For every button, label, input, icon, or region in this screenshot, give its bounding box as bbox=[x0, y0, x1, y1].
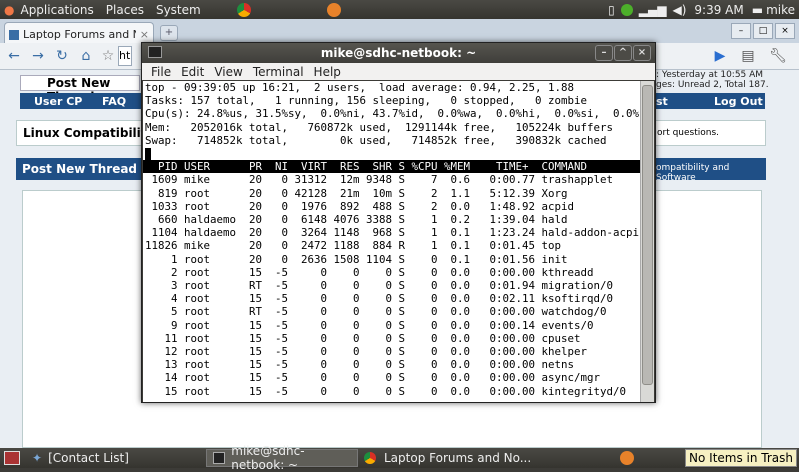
nav-st-link[interactable]: st bbox=[656, 95, 668, 108]
process-row: 1609 mike 20 0 31312 12m 9348 S 7 0.6 0:… bbox=[145, 173, 614, 187]
top-summary-line: Tasks: 157 total, 1 running, 156 sleepin… bbox=[145, 94, 588, 108]
process-row: 11 root 15 -5 0 0 0 S 0 0.0 0:00.00 cpus… bbox=[145, 331, 581, 345]
status-green-icon[interactable] bbox=[620, 3, 633, 16]
firefox-tray-icon[interactable] bbox=[620, 451, 634, 465]
task-terminal[interactable]: mike@sdhc-netbook: ~ bbox=[206, 444, 358, 472]
linux-compat-title[interactable]: Linux Compatibility bbox=[23, 126, 154, 140]
process-row: 660 haldaemo 20 0 6148 4076 3388 S 1 0.2… bbox=[145, 213, 568, 227]
terminal-window: mike@sdhc-netbook: ~ – ^ × File Edit Vie… bbox=[141, 42, 656, 403]
text-cursor bbox=[145, 148, 151, 161]
menu-places[interactable]: Places bbox=[100, 3, 150, 17]
messages-text[interactable]: ges: Unread 2, Total 187. bbox=[656, 80, 769, 90]
menu-file[interactable]: File bbox=[146, 65, 176, 79]
favicon-icon bbox=[9, 29, 19, 40]
minimize-icon[interactable]: – bbox=[731, 23, 751, 39]
tab-laptop-forums[interactable]: Laptop Forums and N... × bbox=[4, 22, 154, 43]
breadcrumb-text[interactable]: ompatibility and Software bbox=[656, 163, 766, 183]
process-row: 3 root RT -5 0 0 0 S 0 0.0 0:01.94 migra… bbox=[145, 279, 614, 293]
ubuntu-logo-icon: ● bbox=[4, 2, 15, 17]
terminal-maximize-icon[interactable]: ^ bbox=[614, 45, 632, 61]
clock[interactable]: 9:39 AM bbox=[694, 3, 743, 17]
home-icon[interactable]: ⌂ bbox=[76, 46, 96, 66]
process-row: 2 root 15 -5 0 0 0 S 0 0.0 0:00.00 kthre… bbox=[145, 265, 594, 279]
page-menu-icon[interactable]: ▤ bbox=[738, 46, 758, 66]
faq-link[interactable]: FAQ bbox=[102, 95, 126, 108]
top-summary-line: Mem: 2052016k total, 760872k used, 12911… bbox=[145, 120, 614, 134]
last-visit-text: : Yesterday at 10:55 AM bbox=[656, 70, 764, 80]
terminal-title: mike@sdhc-netbook: ~ bbox=[320, 46, 477, 60]
process-table-header: PID USER PR NI VIRT RES SHR S %CPU %MEM … bbox=[143, 160, 640, 174]
bookmark-star-icon[interactable]: ☆ bbox=[98, 46, 118, 66]
show-desktop-icon[interactable] bbox=[4, 451, 20, 465]
battery-icon[interactable]: ▯ bbox=[608, 3, 615, 17]
terminal-app-icon bbox=[148, 46, 162, 58]
cursor-line bbox=[143, 147, 640, 161]
process-row: 11826 mike 20 0 2472 1188 884 R 1 0.1 0:… bbox=[145, 239, 562, 253]
menu-applications[interactable]: Applications bbox=[14, 3, 99, 17]
post-new-thread-top[interactable]: Post New Thread bbox=[20, 75, 140, 104]
top-panel: ● Applications Places System ▯ ▂▄▆ ◀) 9:… bbox=[0, 0, 799, 19]
process-row: 4 root 15 -5 0 0 0 S 0 0.0 0:02.11 ksoft… bbox=[145, 292, 614, 306]
log-out-link[interactable]: Log Out bbox=[714, 95, 763, 108]
menu-terminal[interactable]: Terminal bbox=[248, 65, 309, 79]
task-contact-list[interactable]: ✦ [Contact List] bbox=[26, 449, 206, 467]
trash-tooltip: No Items in Trash bbox=[685, 449, 797, 467]
menu-edit[interactable]: Edit bbox=[176, 65, 209, 79]
process-row: 1033 root 20 0 1976 892 488 S 2 0.0 1:48… bbox=[145, 199, 575, 213]
go-icon[interactable]: ▶ bbox=[710, 46, 730, 66]
user-name[interactable]: mike bbox=[766, 3, 795, 17]
process-row: 1 root 20 0 2636 1508 1104 S 0 0.1 0:01.… bbox=[145, 252, 568, 266]
chrome-launcher-icon[interactable] bbox=[236, 2, 251, 17]
terminal-task-icon bbox=[213, 452, 226, 464]
top-summary-line: top - 09:39:05 up 16:21, 2 users, load a… bbox=[145, 81, 575, 94]
process-row: 13 root 15 -5 0 0 0 S 0 0.0 0:00.00 netn… bbox=[145, 358, 575, 372]
back-icon[interactable]: ← bbox=[4, 46, 24, 66]
terminal-scrollbar[interactable] bbox=[640, 81, 654, 402]
new-tab-button[interactable]: + bbox=[160, 25, 178, 41]
top-summary-line: Cpu(s): 24.8%us, 31.5%sy, 0.0%ni, 43.7%i… bbox=[145, 107, 640, 121]
post-new-thread-heading: Post New Thread bbox=[22, 162, 138, 176]
terminal-menubar: File Edit View Terminal Help bbox=[142, 63, 655, 80]
process-row: 5 root RT -5 0 0 0 S 0 0.0 0:00.00 watch… bbox=[145, 305, 607, 319]
terminal-minimize-icon[interactable]: – bbox=[595, 45, 613, 61]
process-row: 14 root 15 -5 0 0 0 S 0 0.0 0:00.00 asyn… bbox=[145, 371, 601, 385]
pidgin-icon: ✦ bbox=[32, 451, 43, 465]
wrench-icon[interactable]: 🔧︎ bbox=[768, 46, 788, 66]
task-browser[interactable]: Laptop Forums and No... bbox=[358, 449, 618, 467]
terminal-close-icon[interactable]: × bbox=[633, 45, 651, 61]
user-cp-link[interactable]: User CP bbox=[34, 95, 82, 108]
url-input[interactable]: ht bbox=[118, 46, 132, 66]
maximize-icon[interactable]: □ bbox=[753, 23, 773, 39]
volume-icon[interactable]: ◀) bbox=[672, 3, 686, 17]
chrome-task-icon bbox=[364, 452, 376, 464]
process-row: 15 root 15 -5 0 0 0 S 0 0.0 0:00.00 kint… bbox=[145, 384, 627, 398]
process-row: 1104 haldaemo 20 0 3264 1148 968 S 1 0.1… bbox=[145, 226, 640, 240]
process-row: 819 root 20 0 42128 21m 10m S 2 1.1 5:12… bbox=[145, 186, 568, 200]
scrollbar-thumb[interactable] bbox=[642, 85, 653, 385]
process-row: 9 root 15 -5 0 0 0 S 0 0.0 0:00.14 event… bbox=[145, 318, 594, 332]
close-icon[interactable]: × bbox=[775, 23, 795, 39]
terminal-titlebar[interactable]: mike@sdhc-netbook: ~ – ^ × bbox=[142, 43, 655, 63]
terminal-output[interactable]: top - 09:39:05 up 16:21, 2 users, load a… bbox=[143, 81, 640, 402]
process-row: 12 root 15 -5 0 0 0 S 0 0.0 0:00.00 khel… bbox=[145, 345, 588, 359]
bottom-panel: ✦ [Contact List] mike@sdhc-netbook: ~ La… bbox=[0, 444, 799, 472]
menu-help[interactable]: Help bbox=[309, 65, 346, 79]
top-summary-line: Swap: 714852k total, 0k used, 714852k fr… bbox=[145, 133, 607, 147]
network-icon[interactable]: ▂▄▆ bbox=[639, 3, 667, 17]
firefox-launcher-icon[interactable] bbox=[326, 2, 341, 17]
tab-title: Laptop Forums and N... bbox=[23, 28, 136, 41]
reload-icon[interactable]: ↻ bbox=[52, 46, 72, 66]
menu-view[interactable]: View bbox=[209, 65, 247, 79]
forward-icon[interactable]: → bbox=[28, 46, 48, 66]
chat-icon[interactable]: ▬ bbox=[752, 3, 763, 17]
tab-bar: Laptop Forums and N... × + – □ × bbox=[0, 19, 799, 43]
close-tab-icon[interactable]: × bbox=[140, 28, 149, 41]
window-controls: – □ × bbox=[731, 23, 795, 39]
support-text: ort questions. bbox=[657, 128, 720, 138]
menu-system[interactable]: System bbox=[150, 3, 207, 17]
